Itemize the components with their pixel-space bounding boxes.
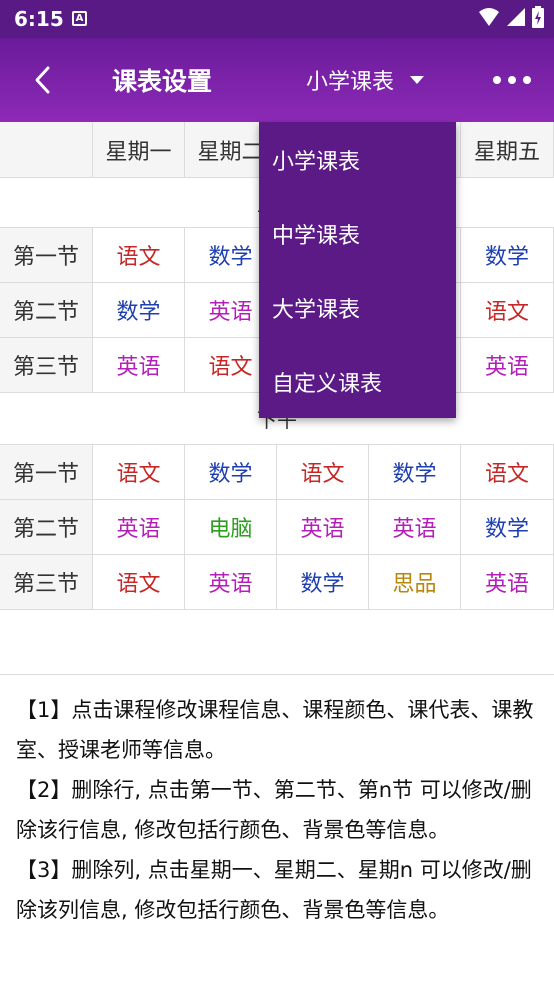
course-cell[interactable]: 语文	[277, 445, 369, 500]
instructions: 【1】点击课程修改课程信息、课程颜色、课代表、课教室、授课老师等信息。 【2】删…	[16, 690, 538, 930]
course-cell[interactable]: 英语	[93, 500, 185, 555]
course-cell[interactable]: 数学	[369, 445, 461, 500]
row-label[interactable]: 第二节	[0, 283, 93, 338]
instruction-3: 【3】删除列, 点击星期一、星期二、星期n 可以修改/删除该列信息, 修改包括行…	[16, 858, 532, 922]
course-cell[interactable]: 数学	[461, 500, 554, 555]
dropdown-item-university[interactable]: 大学课表	[272, 292, 360, 324]
course-cell[interactable]: 语文	[461, 445, 554, 500]
status-bar: 6:15 A	[0, 0, 554, 38]
course-cell[interactable]: 语文	[93, 445, 185, 500]
course-cell[interactable]: 思品	[369, 555, 461, 610]
instruction-2: 【2】删除行, 点击第一节、第二节、第n节 可以修改/删除该行信息, 修改包括行…	[16, 778, 532, 842]
timetable-type-selector[interactable]: 小学课表	[306, 64, 425, 96]
course-cell[interactable]: 语文	[93, 555, 185, 610]
course-cell[interactable]: 英语	[369, 500, 461, 555]
page-title: 课表设置	[112, 67, 213, 96]
signal-icon	[507, 8, 525, 26]
app-bar: 课表设置 小学课表	[0, 38, 554, 122]
wifi-icon	[479, 8, 499, 26]
more-dots-icon[interactable]	[492, 72, 532, 88]
course-cell[interactable]: 数学	[461, 228, 554, 283]
instruction-1: 【1】点击课程修改课程信息、课程颜色、课代表、课教室、授课老师等信息。	[16, 698, 534, 762]
dropdown-item-middle[interactable]: 中学课表	[272, 218, 360, 250]
course-cell[interactable]: 语文	[93, 228, 185, 283]
course-cell[interactable]: 英语	[93, 338, 185, 393]
battery-icon	[532, 6, 544, 28]
caret-down-icon	[410, 76, 425, 84]
course-cell[interactable]: 英语	[277, 500, 369, 555]
header-corner[interactable]	[0, 122, 93, 178]
selector-label: 小学课表	[306, 70, 395, 95]
row-label[interactable]: 第一节	[0, 445, 93, 500]
timetable-type-dropdown: 小学课表 中学课表 大学课表 自定义课表	[259, 122, 456, 418]
system-icons	[478, 6, 544, 28]
course-cell[interactable]: 英语	[185, 555, 277, 610]
back-arrow-icon[interactable]	[26, 62, 60, 98]
status-time: 6:15	[14, 7, 64, 31]
notes-divider	[0, 674, 554, 675]
course-cell[interactable]: 数学	[185, 445, 277, 500]
row-label[interactable]: 第二节	[0, 500, 93, 555]
row-label[interactable]: 第三节	[0, 338, 93, 393]
course-cell[interactable]: 英语	[461, 555, 554, 610]
course-cell[interactable]: 数学	[277, 555, 369, 610]
course-cell[interactable]: 语文	[461, 283, 554, 338]
row-label[interactable]: 第一节	[0, 228, 93, 283]
dropdown-item-custom[interactable]: 自定义课表	[272, 366, 382, 398]
header-day[interactable]: 星期一	[93, 122, 185, 178]
course-cell[interactable]: 数学	[93, 283, 185, 338]
course-cell[interactable]: 英语	[461, 338, 554, 393]
header-day[interactable]: 星期五	[461, 122, 554, 178]
row-label[interactable]: 第三节	[0, 555, 93, 610]
dropdown-item-primary[interactable]: 小学课表	[272, 144, 360, 176]
course-cell[interactable]: 电脑	[185, 500, 277, 555]
notification-a-icon: A	[72, 11, 87, 26]
